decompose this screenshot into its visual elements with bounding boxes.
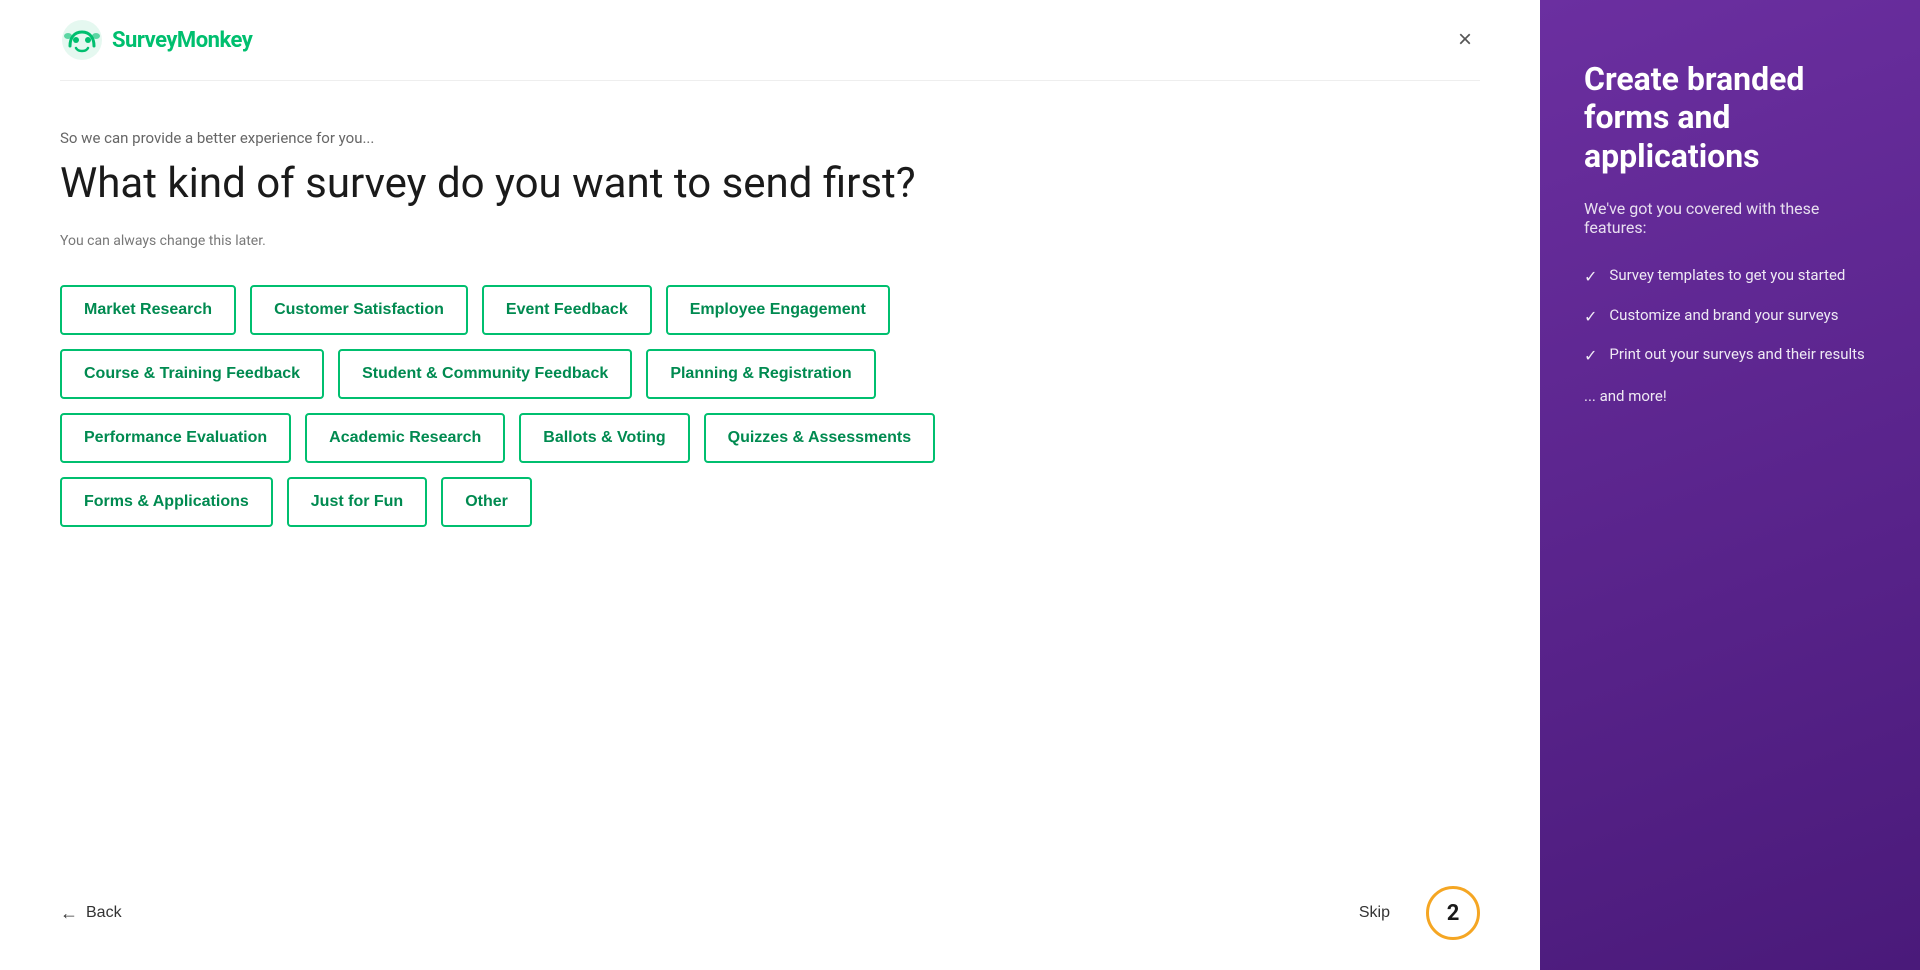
subtitle-text: So we can provide a better experience fo… [60,129,1480,147]
logo-text: SurveyMonkey [112,28,252,53]
content: So we can provide a better experience fo… [60,81,1480,862]
close-button[interactable]: × [1450,24,1480,56]
footer: ← Back Skip 2 [60,862,1480,970]
logo: SurveyMonkey [60,18,252,62]
category-forms-applications[interactable]: Forms & Applications [60,477,273,527]
check-icon-1: ✓ [1584,266,1597,288]
back-arrow-icon: ← [60,903,78,924]
header: SurveyMonkey × [60,0,1480,81]
main-area: SurveyMonkey × So we can provide a bette… [0,0,1540,970]
category-ballots-voting[interactable]: Ballots & Voting [519,413,689,463]
footer-right: Skip 2 [1359,886,1480,940]
sidebar-title: Create branded forms and applications [1584,60,1876,175]
feature-item-3: ✓ Print out your surveys and their resul… [1584,344,1876,367]
feature-label-1: Survey templates to get you started [1609,265,1845,286]
category-market-research[interactable]: Market Research [60,285,236,335]
check-icon-2: ✓ [1584,306,1597,328]
more-text: ... and more! [1584,387,1876,405]
category-employee-engagement[interactable]: Employee Engagement [666,285,890,335]
back-button[interactable]: ← Back [60,903,122,924]
helper-text: You can always change this later. [60,233,1480,249]
feature-label-2: Customize and brand your surveys [1609,305,1838,326]
check-icon-3: ✓ [1584,345,1597,367]
category-other[interactable]: Other [441,477,532,527]
back-label: Back [86,904,122,922]
category-row-1: Market Research Customer Satisfaction Ev… [60,285,1480,335]
skip-button[interactable]: Skip [1359,904,1390,922]
feature-list: ✓ Survey templates to get you started ✓ … [1584,265,1876,367]
category-row-3: Performance Evaluation Academic Research… [60,413,1480,463]
feature-item-2: ✓ Customize and brand your surveys [1584,305,1876,328]
category-performance-evaluation[interactable]: Performance Evaluation [60,413,291,463]
logo-icon [60,18,104,62]
categories-container: Market Research Customer Satisfaction Ev… [60,285,1480,527]
category-quizzes-assessments[interactable]: Quizzes & Assessments [704,413,935,463]
category-just-for-fun[interactable]: Just for Fun [287,477,427,527]
category-event-feedback[interactable]: Event Feedback [482,285,652,335]
sidebar: Create branded forms and applications We… [1540,0,1920,970]
sidebar-subtitle: We've got you covered with these feature… [1584,199,1876,237]
main-title: What kind of survey do you want to send … [60,159,1480,209]
category-planning-registration[interactable]: Planning & Registration [646,349,875,399]
feature-item-1: ✓ Survey templates to get you started [1584,265,1876,288]
category-course-training[interactable]: Course & Training Feedback [60,349,324,399]
category-row-4: Forms & Applications Just for Fun Other [60,477,1480,527]
step-indicator: 2 [1426,886,1480,940]
feature-label-3: Print out your surveys and their results [1609,344,1864,365]
category-student-community[interactable]: Student & Community Feedback [338,349,632,399]
category-row-2: Course & Training Feedback Student & Com… [60,349,1480,399]
category-academic-research[interactable]: Academic Research [305,413,505,463]
category-customer-satisfaction[interactable]: Customer Satisfaction [250,285,468,335]
